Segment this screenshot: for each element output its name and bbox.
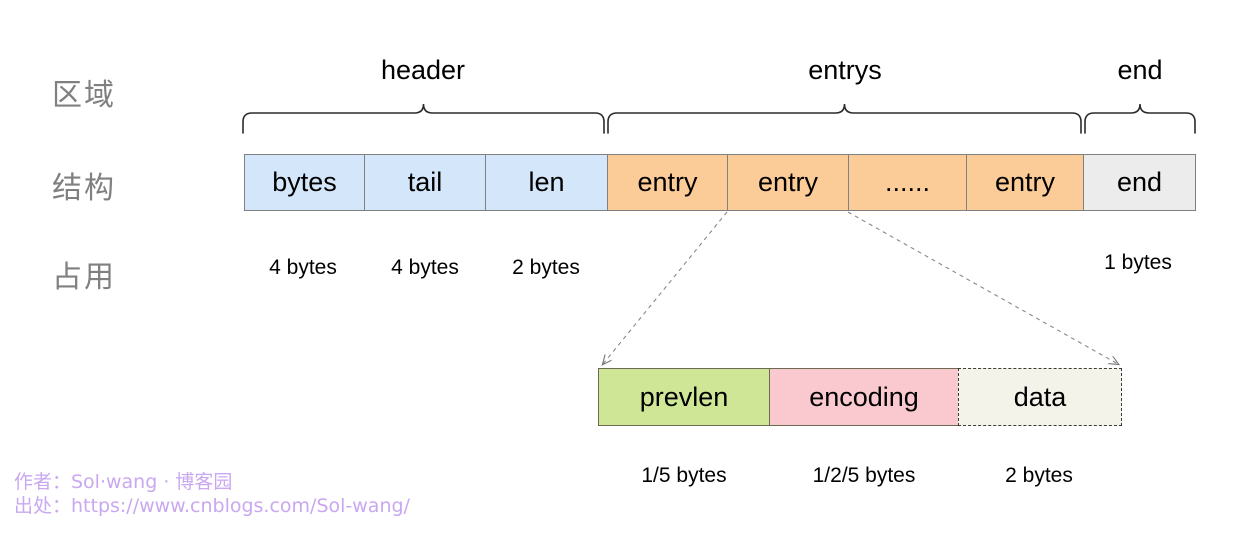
- region-title-end: end: [1117, 55, 1163, 85]
- entry-detail-size-label-2: 2 bytes: [1005, 464, 1073, 487]
- structure-cell-entry-4[interactable]: entry: [728, 155, 849, 210]
- watermark: 作者：Sol·wang · 博客园 出处：https://www.cnblogs…: [14, 470, 410, 518]
- brace-end: [1084, 103, 1196, 134]
- structure-cell-entry-6[interactable]: entry: [967, 155, 1084, 210]
- watermark-source: 出处：https://www.cnblogs.com/Sol-wang/: [14, 495, 410, 517]
- region-title-entrys: entrys: [808, 55, 882, 85]
- brace-entrys: [607, 103, 1082, 134]
- connector-line-right: [847, 211, 1118, 364]
- row-label-region: 区域: [52, 78, 116, 113]
- structure-cell-end-7[interactable]: end: [1084, 155, 1195, 210]
- entry-field-prevlen[interactable]: prevlen: [598, 368, 769, 426]
- size-label-3: 1 bytes: [1104, 251, 1172, 274]
- entry-detail-size-label-1: 1/2/5 bytes: [812, 464, 916, 487]
- row-label-structure: 结构: [52, 171, 116, 206]
- size-label-2: 2 bytes: [512, 256, 580, 279]
- watermark-author: 作者：Sol·wang · 博客园: [14, 471, 233, 493]
- row-label-usage: 占用: [52, 260, 116, 295]
- entry-field-data[interactable]: data: [958, 368, 1122, 426]
- brace-header: [242, 103, 605, 134]
- structure-cell-tail-1[interactable]: tail: [365, 155, 486, 210]
- structure-cell-bytes-0[interactable]: bytes: [245, 155, 365, 210]
- entry-field-encoding[interactable]: encoding: [769, 368, 958, 426]
- structure-cell-entry-3[interactable]: entry: [608, 155, 728, 210]
- entry-detail-row: prevlen encoding data: [598, 368, 1122, 426]
- entry-detail-size-label-0: 1/5 bytes: [641, 464, 727, 487]
- structure-cell-len-2[interactable]: len: [486, 155, 608, 210]
- ziplist-structure-row: bytes tail len entry entry...... entry end: [244, 154, 1196, 211]
- connector-line-left: [603, 211, 728, 364]
- region-title-header: header: [380, 55, 466, 85]
- structure-cell-ellipsisellipsisellipsisellipsisellipsisellipsis-5[interactable]: ......: [849, 155, 967, 210]
